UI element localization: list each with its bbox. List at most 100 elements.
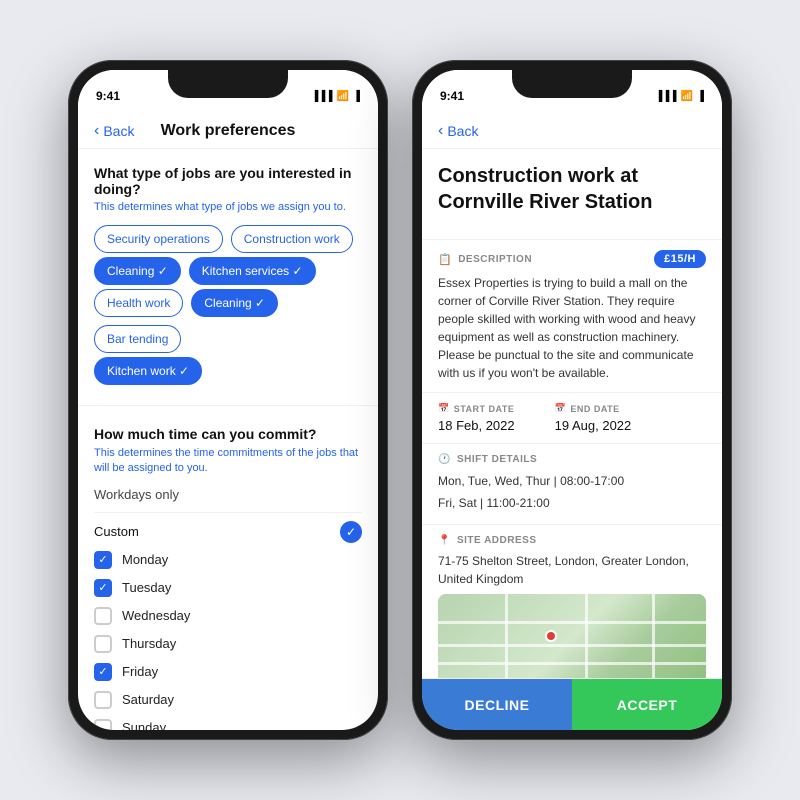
custom-label: Custom bbox=[94, 524, 139, 539]
action-bar: DECLINE ACCEPT bbox=[422, 678, 722, 730]
tag-construction[interactable]: Construction work bbox=[231, 225, 353, 253]
thursday-checkbox[interactable] bbox=[94, 635, 112, 653]
tag-cleaning-1[interactable]: Cleaning ✓ bbox=[94, 257, 181, 285]
clock-icon: 🕐 bbox=[438, 454, 451, 465]
tags-row-4: Kitchen work ✓ bbox=[94, 357, 362, 385]
map-visual bbox=[438, 594, 706, 678]
nav-bar-1: ‹ Back Work preferences bbox=[78, 114, 378, 149]
time-2: 9:41 bbox=[440, 89, 464, 103]
tag-cleaning-1-label: Cleaning ✓ bbox=[107, 264, 168, 278]
tag-kitchen-work[interactable]: Kitchen work ✓ bbox=[94, 357, 202, 385]
tag-kitchen-work-label: Kitchen work ✓ bbox=[107, 364, 189, 378]
back-chevron-icon-2: ‹ bbox=[438, 122, 443, 140]
status-icons-1: ▐▐▐ 📶 ▐ bbox=[311, 91, 360, 102]
jobs-section-subtitle: This determines what type of jobs we ass… bbox=[94, 201, 362, 213]
screen-content-1: ‹ Back Work preferences What type of job… bbox=[78, 114, 378, 730]
phone-2: 9:41 ▐▐▐ 📶 ▐ ‹ Back bbox=[412, 60, 732, 740]
tuesday-checkbox[interactable]: ✓ bbox=[94, 579, 112, 597]
map-road-v3 bbox=[652, 594, 655, 678]
start-date-value: 18 Feb, 2022 bbox=[438, 418, 515, 433]
day-saturday[interactable]: Saturday bbox=[94, 691, 362, 709]
custom-row: Custom ✓ bbox=[94, 521, 362, 543]
wifi-icon: 📶 bbox=[336, 91, 348, 102]
shift-label-text: SHIFT DETAILS bbox=[457, 454, 537, 465]
status-icons-2: ▐▐▐ 📶 ▐ bbox=[655, 91, 704, 102]
tag-cleaning-2-label: Cleaning ✓ bbox=[204, 296, 265, 310]
custom-check: ✓ bbox=[340, 521, 362, 543]
day-tuesday[interactable]: ✓ Tuesday bbox=[94, 579, 362, 597]
dates-section: 📅 START DATE 18 Feb, 2022 📅 END DATE 19 … bbox=[422, 392, 722, 443]
battery-icon-2: ▐ bbox=[697, 91, 704, 102]
sunday-label: Sunday bbox=[122, 720, 166, 730]
divider-1 bbox=[78, 405, 378, 406]
accept-button[interactable]: ACCEPT bbox=[572, 679, 722, 730]
description-label-row: 📋 DESCRIPTION bbox=[438, 253, 532, 266]
friday-checkbox[interactable]: ✓ bbox=[94, 663, 112, 681]
monday-label: Monday bbox=[122, 552, 168, 567]
nav-bar-2: ‹ Back bbox=[422, 114, 722, 149]
map-road-v2 bbox=[585, 594, 588, 678]
battery-icon: ▐ bbox=[353, 91, 360, 102]
end-date-block: 📅 END DATE 19 Aug, 2022 bbox=[555, 403, 632, 433]
back-button-2[interactable]: ‹ Back bbox=[438, 122, 478, 140]
pin-icon: 📍 bbox=[438, 535, 451, 546]
friday-label: Friday bbox=[122, 664, 158, 679]
day-monday[interactable]: ✓ Monday bbox=[94, 551, 362, 569]
tag-construction-label: Construction work bbox=[244, 232, 340, 246]
page-title-1: Work preferences bbox=[161, 122, 296, 140]
wednesday-checkbox[interactable] bbox=[94, 607, 112, 625]
tags-row-1: Security operations Construction work bbox=[94, 225, 362, 253]
map-road-h3 bbox=[438, 662, 706, 665]
tag-health[interactable]: Health work bbox=[94, 289, 183, 317]
doc-icon: 📋 bbox=[438, 253, 452, 266]
tag-security[interactable]: Security operations bbox=[94, 225, 223, 253]
jobs-section: What type of jobs are you interested in … bbox=[78, 149, 378, 397]
day-friday[interactable]: ✓ Friday bbox=[94, 663, 362, 681]
address-section: 📍 SITE ADDRESS 71-75 Shelton Street, Lon… bbox=[422, 524, 722, 678]
commit-title: How much time can you commit? bbox=[94, 426, 362, 442]
tuesday-label: Tuesday bbox=[122, 580, 171, 595]
job-header: Construction work at Cornville River Sta… bbox=[422, 149, 722, 239]
end-date-value: 19 Aug, 2022 bbox=[555, 418, 632, 433]
tag-health-label: Health work bbox=[107, 296, 170, 310]
shift-section: 🕐 SHIFT DETAILS Mon, Tue, Wed, Thur | 08… bbox=[422, 443, 722, 524]
day-thursday[interactable]: Thursday bbox=[94, 635, 362, 653]
calendar-icon-end: 📅 bbox=[555, 403, 567, 414]
back-chevron-icon: ‹ bbox=[94, 122, 99, 140]
map-placeholder bbox=[438, 594, 706, 678]
end-date-label: END DATE bbox=[570, 404, 619, 414]
day-sunday[interactable]: Sunday bbox=[94, 719, 362, 730]
divider-2 bbox=[94, 512, 362, 513]
shift-text-1: Mon, Tue, Wed, Thur | 08:00-17:00 bbox=[438, 471, 706, 493]
status-bar-1: 9:41 ▐▐▐ 📶 ▐ bbox=[78, 70, 378, 114]
monday-checkbox[interactable]: ✓ bbox=[94, 551, 112, 569]
tag-kitchen-services[interactable]: Kitchen services ✓ bbox=[189, 257, 316, 285]
shift-text-2: Fri, Sat | 11:00-21:00 bbox=[438, 493, 706, 515]
job-scroll[interactable]: ‹ Back Construction work at Cornville Ri… bbox=[422, 114, 722, 678]
tag-cleaning-2[interactable]: Cleaning ✓ bbox=[191, 289, 278, 317]
screen-content-2: ‹ Back Construction work at Cornville Ri… bbox=[422, 114, 722, 730]
back-button-1[interactable]: ‹ Back bbox=[94, 122, 134, 140]
jobs-section-title: What type of jobs are you interested in … bbox=[94, 165, 362, 197]
status-bar-2: 9:41 ▐▐▐ 📶 ▐ bbox=[422, 70, 722, 114]
workdays-label: Workdays only bbox=[94, 487, 362, 502]
commit-section: How much time can you commit? This deter… bbox=[78, 414, 378, 730]
tag-bartending[interactable]: Bar tending bbox=[94, 325, 181, 353]
tags-row-3: Health work Cleaning ✓ Bar tending bbox=[94, 289, 362, 353]
commit-subtitle: This determines the time commitments of … bbox=[94, 446, 362, 477]
phone-1: 9:41 ▐▐▐ 📶 ▐ ‹ Back Work preferences bbox=[68, 60, 388, 740]
description-text: Essex Properties is trying to build a ma… bbox=[438, 274, 706, 382]
day-wednesday[interactable]: Wednesday bbox=[94, 607, 362, 625]
signal-icon: ▐▐▐ bbox=[311, 91, 332, 102]
description-section: 📋 DESCRIPTION £15/h Essex Properties is … bbox=[422, 239, 722, 392]
decline-button[interactable]: DECLINE bbox=[422, 679, 572, 730]
saturday-checkbox[interactable] bbox=[94, 691, 112, 709]
start-date-label: START DATE bbox=[454, 404, 515, 414]
wifi-icon-2: 📶 bbox=[680, 91, 692, 102]
back-label-2: Back bbox=[447, 123, 478, 139]
price-badge: £15/h bbox=[654, 250, 706, 268]
sunday-checkbox[interactable] bbox=[94, 719, 112, 730]
notch-1 bbox=[168, 70, 288, 98]
tag-kitchen-services-label: Kitchen services ✓ bbox=[202, 264, 303, 278]
address-label: SITE ADDRESS bbox=[457, 535, 537, 546]
